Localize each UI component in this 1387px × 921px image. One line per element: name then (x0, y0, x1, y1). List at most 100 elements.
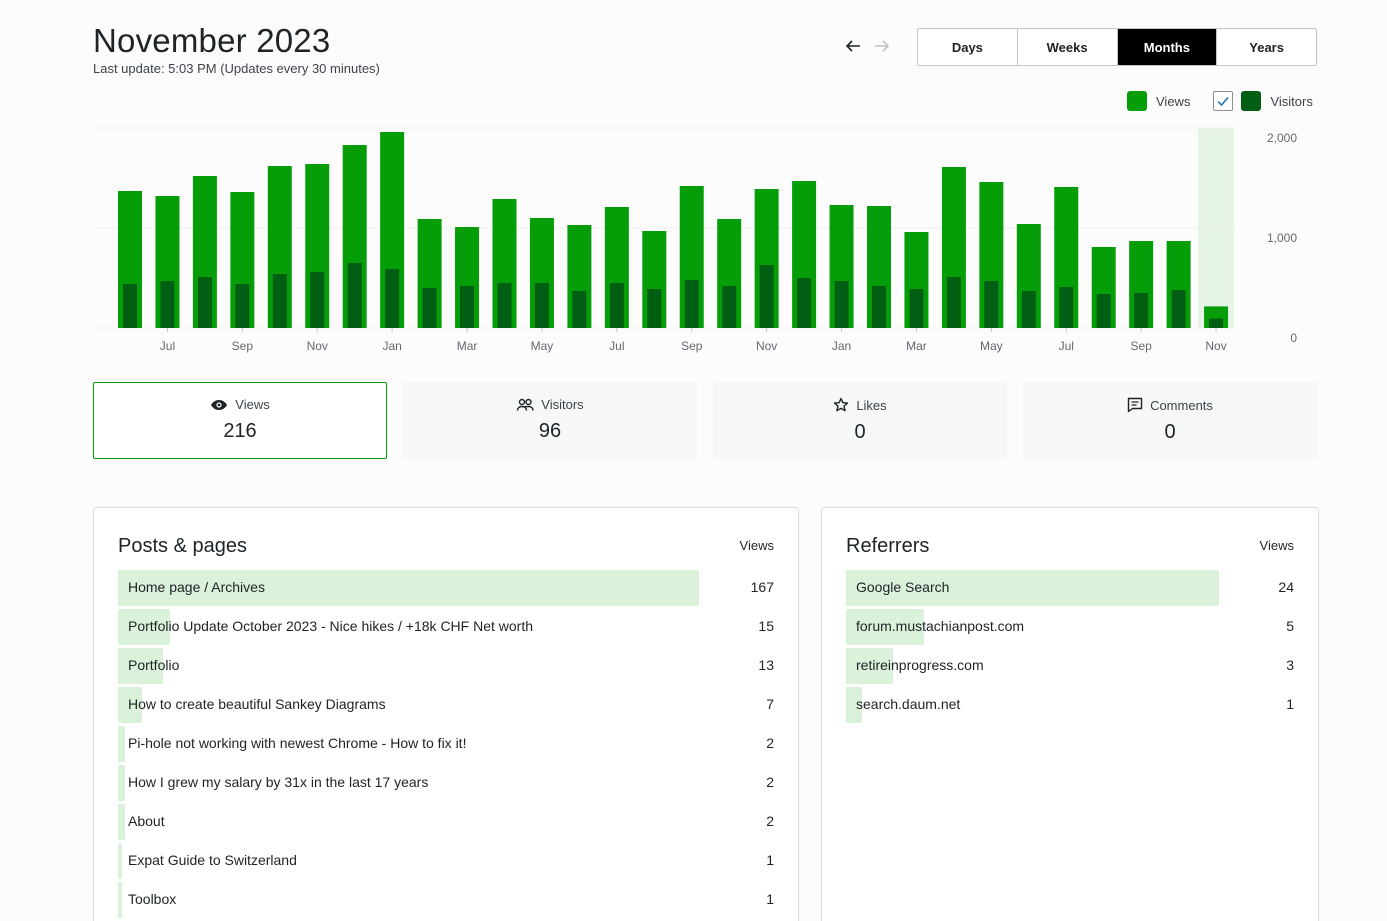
visitors-bar[interactable] (160, 281, 175, 328)
visitors-bar[interactable] (1096, 294, 1111, 328)
tab-years[interactable]: Years (1217, 29, 1316, 65)
list-item-label[interactable]: Toolbox (128, 891, 176, 907)
visitors-bar[interactable] (460, 286, 475, 328)
row-share-bar (118, 765, 125, 801)
list-item-value: 1 (766, 891, 774, 907)
x-tick-label: Mar (906, 339, 927, 353)
page-title: November 2023 (93, 22, 331, 59)
tab-days[interactable]: Days (918, 29, 1018, 65)
visitors-bar[interactable] (984, 281, 999, 328)
list-item-label[interactable]: forum.mustachianpost.com (856, 618, 1024, 634)
list-item-label[interactable]: About (128, 813, 165, 829)
eye-icon (210, 398, 228, 412)
posts-panel-title: Posts & pages (118, 535, 247, 557)
visitors-swatch (1241, 91, 1262, 111)
period-tabs: Days Weeks Months Years (917, 28, 1317, 66)
referrers-panel-title: Referrers (846, 535, 930, 557)
tab-weeks[interactable]: Weeks (1018, 29, 1118, 65)
visitors-bar[interactable] (1059, 287, 1074, 328)
views-bar-chart: 2,000 1,000 0 Jul Sep Nov Jan Mar May Jul Sep Nov Ja… (93, 127, 1297, 353)
visitors-bar[interactable] (609, 283, 624, 328)
visitors-bar[interactable] (722, 286, 737, 328)
tab-months[interactable]: Months (1117, 29, 1218, 65)
x-tick-label: Jul (1059, 339, 1074, 353)
visitors-bar[interactable] (422, 288, 437, 328)
visitors-bar[interactable] (872, 286, 886, 328)
checkmark-icon (1217, 97, 1230, 107)
visitors-bar[interactable] (797, 278, 812, 328)
stat-value: 96 (538, 420, 562, 442)
stat-card-comments[interactable]: Comments 0 (1023, 382, 1317, 459)
stat-value: 216 (223, 420, 257, 442)
visitors-bar[interactable] (572, 291, 587, 328)
y-tick-label: 0 (1290, 331, 1297, 345)
stat-label: Views (235, 397, 270, 412)
list-item-label[interactable]: Portfolio (128, 657, 179, 673)
list-item-label[interactable]: Portfolio Update October 2023 - Nice hik… (128, 618, 533, 634)
visitors-bar[interactable] (1134, 293, 1149, 328)
row-share-bar (118, 843, 122, 879)
list-item-label[interactable]: Expat Guide to Switzerland (128, 852, 297, 868)
header: November 2023 Last update: 5:03 PM (Upda… (93, 22, 380, 76)
visitors-bar[interactable] (235, 284, 250, 328)
visitors-bar[interactable] (1021, 291, 1036, 328)
posts-column-header: Views (739, 538, 774, 553)
x-tick-label: May (980, 339, 1003, 353)
x-tick-label: May (531, 339, 554, 353)
visitors-bar[interactable] (123, 284, 137, 328)
stat-card-views[interactable]: Views 216 (93, 382, 387, 459)
referrers-panel: Referrers Views Google Search 24 forum.mus… (821, 507, 1319, 921)
stat-label: Comments (1150, 397, 1213, 413)
visitors-bar[interactable] (534, 283, 549, 328)
x-tick-label: Jul (609, 339, 624, 353)
visitors-bar[interactable] (197, 277, 212, 328)
x-tick-label: Jan (832, 339, 851, 353)
list-item-label[interactable]: Pi-hole not working with newest Chrome -… (128, 735, 466, 751)
people-icon (516, 398, 534, 412)
visitors-checkbox[interactable] (1213, 91, 1234, 111)
visitors-bar[interactable] (310, 272, 325, 328)
posts-pages-panel: Posts & pages Views Home page / Archives… (93, 507, 799, 921)
visitors-bar[interactable] (647, 289, 662, 328)
list-item-value: 24 (1278, 579, 1294, 595)
y-tick-label: 1,000 (1267, 231, 1297, 245)
last-update-text: Last update: 5:03 PM (Updates every 30 m… (93, 61, 380, 76)
visitors-bar[interactable] (759, 265, 774, 328)
y-tick-label: 2,000 (1267, 131, 1297, 145)
list-item-value: 1 (1286, 696, 1294, 712)
arrow-left-icon[interactable] (843, 36, 863, 59)
views-swatch (1127, 91, 1147, 111)
arrow-right-icon[interactable] (872, 36, 892, 59)
visitors-bar[interactable] (946, 277, 961, 328)
list-item-label[interactable]: Home page / Archives (128, 579, 265, 595)
visitors-bar[interactable] (909, 289, 924, 328)
list-item-label[interactable]: search.daum.net (856, 696, 960, 712)
stat-card-visitors[interactable]: Visitors 96 (403, 382, 697, 459)
list-item-label[interactable]: How I grew my salary by 31x in the last … (128, 774, 428, 790)
x-tick-label: Sep (681, 339, 703, 353)
list-item-value: 167 (750, 579, 774, 595)
x-tick-label: Jan (382, 339, 401, 353)
visitors-bar[interactable] (385, 269, 400, 328)
visitors-bar[interactable] (834, 281, 849, 328)
list-item-label[interactable]: retireinprogress.com (856, 657, 984, 673)
legend-views-label: Views (1156, 93, 1191, 109)
list-item-value: 13 (758, 657, 774, 673)
x-tick-label: Sep (1130, 339, 1152, 353)
row-share-bar (118, 726, 125, 762)
visitors-bar[interactable] (497, 283, 512, 328)
list-item-value: 5 (1286, 618, 1294, 634)
list-item-label[interactable]: Google Search (856, 579, 949, 595)
visitors-bar[interactable] (272, 274, 287, 328)
visitors-bar[interactable] (1171, 290, 1186, 328)
period-navigation (843, 36, 892, 59)
list-item-label[interactable]: How to create beautiful Sankey Diagrams (128, 696, 386, 712)
visitors-bar[interactable] (347, 263, 362, 328)
list-item-value: 1 (766, 852, 774, 868)
legend-visitors-label: Visitors (1270, 93, 1313, 109)
visitors-bar[interactable] (1209, 318, 1224, 328)
list-item-value: 2 (766, 774, 774, 790)
stat-label: Visitors (541, 397, 584, 412)
stat-card-likes[interactable]: Likes 0 (713, 382, 1007, 459)
visitors-bar[interactable] (684, 280, 699, 328)
